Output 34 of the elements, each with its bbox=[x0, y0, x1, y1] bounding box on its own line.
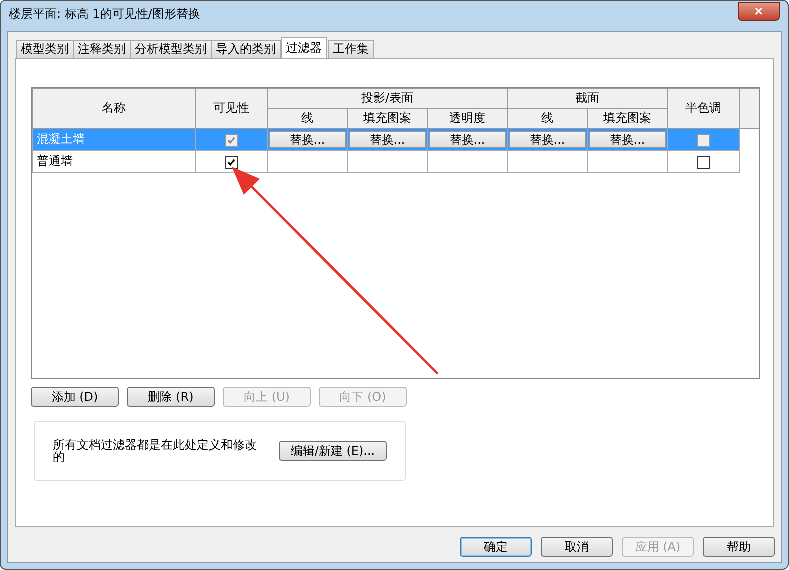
edit-new-button[interactable]: 编辑/新建 (E)... bbox=[279, 441, 387, 461]
column-header: 半色调 bbox=[668, 88, 740, 128]
column-header: 可见性 bbox=[196, 88, 268, 128]
tab[interactable]: 模型类别 bbox=[16, 40, 74, 58]
column-header: 填充图案 bbox=[348, 108, 428, 128]
tab[interactable]: 过滤器 bbox=[281, 37, 327, 58]
tab[interactable]: 导入的类别 bbox=[211, 40, 281, 58]
action-button[interactable]: 添加 (D) bbox=[31, 387, 119, 407]
column-header: 名称 bbox=[32, 88, 196, 128]
tab[interactable]: 分析模型类别 bbox=[130, 40, 212, 58]
override-button[interactable]: 替换... bbox=[509, 131, 586, 148]
column-header: 线 bbox=[268, 108, 348, 128]
dialog-button[interactable]: 帮助 bbox=[703, 537, 775, 557]
dialog-button[interactable]: 确定 bbox=[460, 537, 532, 557]
override-button[interactable]: 替换... bbox=[589, 131, 666, 148]
override-button[interactable]: 替换... bbox=[269, 131, 346, 148]
tab[interactable]: 工作集 bbox=[328, 40, 374, 58]
override-button[interactable]: 替换... bbox=[429, 131, 506, 148]
column-group-header: 截面 bbox=[508, 88, 668, 108]
table-cell[interactable]: 普通墙 bbox=[32, 150, 196, 172]
dialog-button[interactable]: 取消 bbox=[541, 537, 613, 557]
column-header: 填充图案 bbox=[588, 108, 668, 128]
column-header: 透明度 bbox=[428, 108, 508, 128]
checkbox[interactable] bbox=[697, 156, 710, 169]
column-header: 线 bbox=[508, 108, 588, 128]
tab[interactable]: 注释类别 bbox=[73, 40, 131, 58]
window-title: 楼层平面: 标高 1的可见性/图形替换 bbox=[9, 6, 200, 22]
info-text: 所有文档过滤器都是在此处定义和修改的 bbox=[53, 439, 258, 463]
checkbox[interactable] bbox=[697, 134, 710, 147]
override-button[interactable]: 替换... bbox=[349, 131, 426, 148]
checkbox[interactable] bbox=[225, 156, 238, 169]
checkbox[interactable] bbox=[225, 134, 238, 147]
action-button[interactable]: 删除 (R) bbox=[127, 387, 215, 407]
column-group-header: 投影/表面 bbox=[268, 88, 508, 108]
